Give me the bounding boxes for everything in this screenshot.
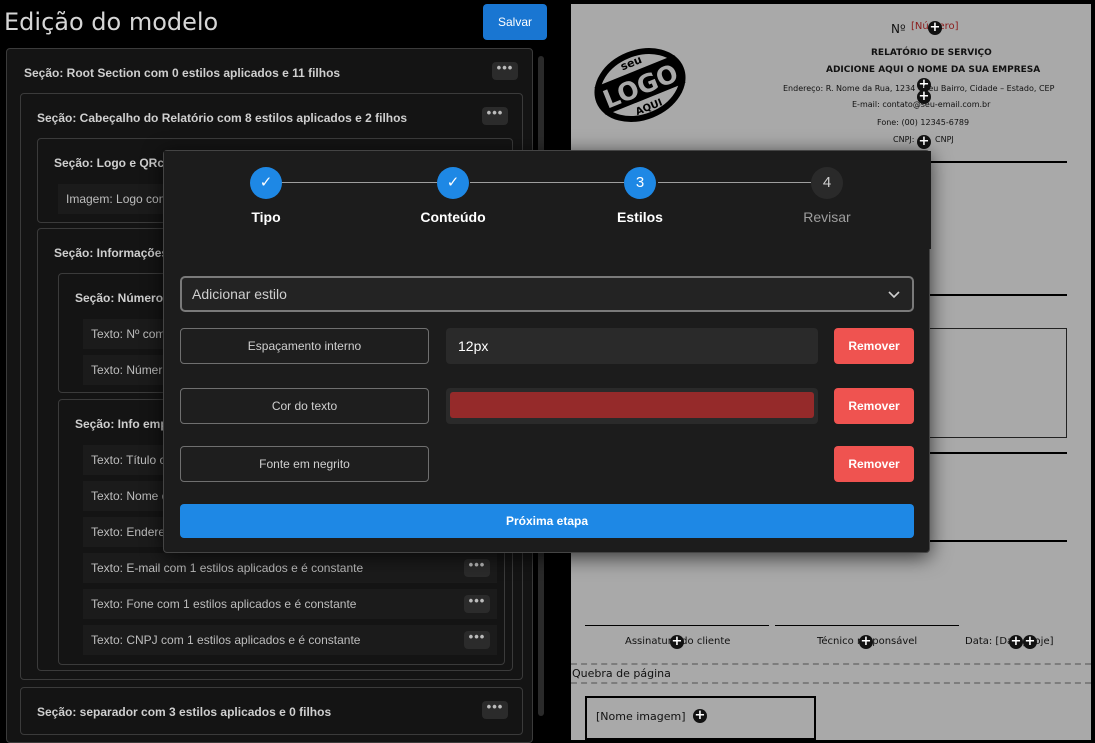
page-title: Edição do modelo xyxy=(4,8,219,36)
step-connector xyxy=(470,182,624,183)
text-phone-item[interactable]: Texto: Fone com 1 estilos aplicados e é … xyxy=(83,589,497,619)
text-phone-menu-button[interactable]: ••• xyxy=(464,594,490,613)
add-style-select[interactable]: Adicionar estilo xyxy=(180,276,914,312)
preview-company-name: ADICIONE AQUI O NOME DA SUA EMPRESA xyxy=(826,65,1041,75)
step-1-checkmark-icon[interactable]: ✓ xyxy=(250,167,282,199)
style-name-text-color: Cor do texto xyxy=(180,388,429,424)
separator-section-menu-button[interactable]: ••• xyxy=(482,700,508,719)
company-section-title: Seção: Info empr xyxy=(75,417,173,431)
step-3-indicator[interactable]: 3 xyxy=(624,167,656,199)
page-break-line xyxy=(571,682,1091,684)
preview-separator xyxy=(929,294,1067,296)
preview-page-break: Quebra de página xyxy=(572,667,671,680)
style-name-bold: Fonte em negrito xyxy=(180,446,429,482)
add-element-plus-icon[interactable]: + xyxy=(859,635,873,649)
preview-separator xyxy=(929,161,1067,163)
preview-email: E-mail: contato@seu-email.com.br xyxy=(852,100,991,109)
add-element-plus-icon[interactable]: + xyxy=(917,135,931,149)
text-email-menu-button[interactable]: ••• xyxy=(464,558,490,577)
header-section-menu-button[interactable]: ••• xyxy=(482,106,508,125)
preview-image-name: [Nome imagem] xyxy=(596,710,686,723)
signature-line xyxy=(585,625,769,626)
chevron-down-icon xyxy=(888,291,900,299)
preview-phone: Fone: (00) 12345-6789 xyxy=(877,118,970,127)
app: Edição do modelo Salvar Seção: Root Sect… xyxy=(0,0,1095,743)
add-element-plus-icon[interactable]: + xyxy=(1009,635,1023,649)
next-step-button[interactable]: Próxima etapa xyxy=(180,504,914,538)
preview-cnpj-label: CNPJ: xyxy=(893,135,915,144)
preview-box xyxy=(929,328,1067,438)
separator-section-title: Seção: separador com 3 estilos aplicados… xyxy=(37,705,332,719)
page-break-line xyxy=(571,663,1091,665)
preview-number-label: Nº xyxy=(891,22,906,36)
wizard-stepper: ✓ Tipo ✓ Conteúdo 3 Estilos 4 Revisar xyxy=(164,151,931,249)
logo-image-item[interactable]: Imagem: Logo com xyxy=(58,184,168,214)
root-section-title: Seção: Root Section com 0 estilos aplica… xyxy=(24,66,341,80)
logo-icon: LOGO seu AQUI xyxy=(594,48,686,122)
text-title-item[interactable]: Texto: Título c xyxy=(83,445,163,475)
preview-separator xyxy=(929,540,1067,542)
text-name-item[interactable]: Texto: Nome d xyxy=(83,481,163,511)
save-button[interactable]: Salvar xyxy=(483,4,547,40)
text-email-item[interactable]: Texto: E-mail com 1 estilos aplicados e … xyxy=(83,553,497,583)
text-cnpj-item[interactable]: Texto: CNPJ com 1 estilos aplicados e é … xyxy=(83,625,497,655)
style-name-padding: Espaçamento interno xyxy=(180,328,429,364)
step-1-label: Tipo xyxy=(251,209,281,225)
add-element-plus-icon[interactable]: + xyxy=(693,709,707,723)
color-swatch[interactable] xyxy=(450,392,814,418)
step-4-label: Revisar xyxy=(803,209,851,225)
root-section-menu-button[interactable]: ••• xyxy=(492,61,518,80)
text-color-input[interactable] xyxy=(446,388,818,424)
add-element-plus-icon[interactable]: + xyxy=(928,21,942,35)
remove-bold-button[interactable]: Remover xyxy=(834,446,914,482)
remove-padding-button[interactable]: Remover xyxy=(834,328,914,364)
signature-line xyxy=(775,625,959,626)
remove-text-color-button[interactable]: Remover xyxy=(834,388,914,424)
padding-value-input[interactable]: 12px xyxy=(446,328,818,364)
preview-separator xyxy=(929,452,1067,454)
step-2-checkmark-icon[interactable]: ✓ xyxy=(437,167,469,199)
step-connector xyxy=(658,182,811,183)
step-connector xyxy=(267,182,437,183)
style-editor-dialog: ✓ Tipo ✓ Conteúdo 3 Estilos 4 Revisar Ad… xyxy=(163,150,931,553)
add-style-placeholder: Adicionar estilo xyxy=(192,286,287,302)
text-numero-item[interactable]: Texto: Númer xyxy=(83,355,163,385)
step-2-label: Conteúdo xyxy=(420,209,486,225)
text-num-item[interactable]: Texto: Nº com xyxy=(83,319,163,349)
text-address-item[interactable]: Texto: Endere xyxy=(83,517,163,547)
preview-cnpj-value: CNPJ xyxy=(935,135,954,144)
step-3-label: Estilos xyxy=(617,209,663,225)
header-section-title: Seção: Cabeçalho do Relatório com 8 esti… xyxy=(37,111,408,125)
add-element-plus-icon[interactable]: + xyxy=(1023,635,1037,649)
step-4-indicator[interactable]: 4 xyxy=(811,167,843,199)
add-element-plus-icon[interactable]: + xyxy=(670,635,684,649)
info-section-title: Seção: Informações xyxy=(54,246,169,260)
number-section-title: Seção: Número d xyxy=(75,291,174,305)
text-cnpj-menu-button[interactable]: ••• xyxy=(464,630,490,649)
preview-report-title: RELATÓRIO DE SERVIÇO xyxy=(871,48,992,58)
